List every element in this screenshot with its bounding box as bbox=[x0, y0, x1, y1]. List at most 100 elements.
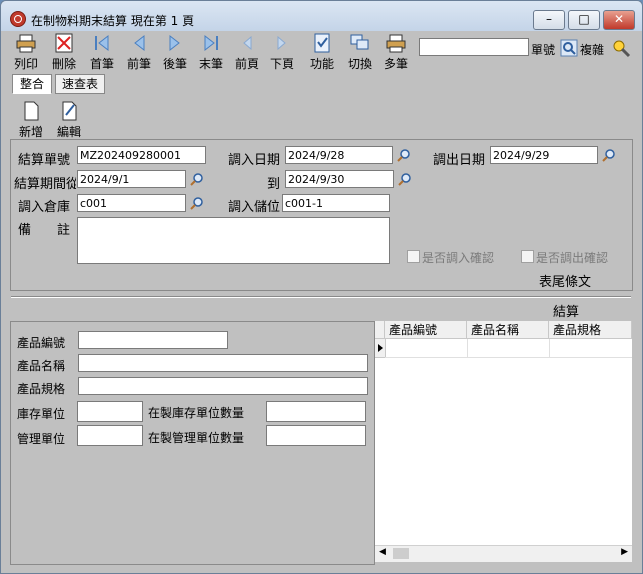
period-from-label: 結算期間從 bbox=[14, 177, 76, 192]
prev-label: 前筆 bbox=[126, 57, 151, 71]
current-row-arrow-icon bbox=[378, 344, 383, 352]
next-arrow-icon bbox=[169, 34, 180, 52]
in-date-lookup-icon[interactable] bbox=[397, 148, 411, 162]
delete-icon bbox=[55, 33, 73, 53]
printer-icon bbox=[16, 34, 36, 53]
grid-corner bbox=[375, 321, 385, 339]
next-page-label: 下頁 bbox=[269, 57, 294, 71]
next-page-icon bbox=[277, 35, 286, 51]
new-document-icon bbox=[24, 101, 39, 121]
product-no-label: 產品編號 bbox=[17, 336, 66, 350]
prev-page-label: 前頁 bbox=[234, 57, 259, 71]
prev-arrow-icon bbox=[134, 34, 145, 52]
function-label: 功能 bbox=[309, 57, 334, 71]
windows-icon bbox=[350, 34, 369, 50]
switch-button[interactable]: 切換 bbox=[343, 33, 377, 72]
first-record-button[interactable]: 首筆 bbox=[85, 33, 119, 72]
settle-button[interactable]: 結算 bbox=[553, 301, 579, 320]
print-label: 列印 bbox=[13, 57, 38, 71]
switch-label: 切換 bbox=[347, 57, 372, 71]
out-date-field[interactable] bbox=[490, 146, 598, 164]
window-title: 在制物料期末結算 現在第 1 頁 bbox=[31, 14, 195, 28]
product-spec-field[interactable] bbox=[78, 377, 368, 395]
product-spec-label: 產品規格 bbox=[17, 382, 66, 396]
multi-record-button[interactable]: 多筆 bbox=[379, 33, 413, 72]
in-location-field[interactable] bbox=[282, 194, 390, 212]
prev-page-button[interactable]: 前頁 bbox=[230, 33, 264, 72]
tab-integrate[interactable]: 整合 bbox=[12, 74, 52, 94]
title-bar: 在制物料期末結算 現在第 1 頁 – □ ✕ bbox=[1, 1, 642, 31]
mgmt-unit-label: 管理單位 bbox=[17, 432, 66, 446]
scroll-left-icon[interactable]: ◀ bbox=[379, 547, 386, 557]
stock-unit-field[interactable] bbox=[77, 401, 143, 422]
confirm-out-label: 是否調出確認 bbox=[536, 251, 609, 265]
app-icon bbox=[10, 11, 26, 27]
last-record-button[interactable]: 末筆 bbox=[194, 33, 228, 72]
period-to-label: 到 bbox=[267, 177, 281, 192]
table-row[interactable] bbox=[385, 339, 632, 358]
wip-stock-qty-label: 在製庫存單位數量 bbox=[148, 406, 245, 420]
product-name-field[interactable] bbox=[78, 354, 368, 372]
wip-mgmt-qty-label: 在製管理單位數量 bbox=[148, 431, 245, 445]
delete-button[interactable]: 刪除 bbox=[47, 33, 81, 72]
close-button[interactable]: ✕ bbox=[603, 10, 635, 30]
scroll-right-icon[interactable]: ▶ bbox=[621, 547, 628, 557]
stock-unit-label: 庫存單位 bbox=[17, 407, 66, 421]
product-no-field[interactable] bbox=[78, 331, 228, 349]
confirm-in-checkbox[interactable] bbox=[407, 250, 420, 263]
next-label: 後筆 bbox=[162, 57, 187, 71]
period-from-lookup-icon[interactable] bbox=[190, 172, 204, 186]
in-warehouse-label: 調入倉庫 bbox=[18, 200, 71, 215]
period-to-field[interactable] bbox=[285, 170, 394, 188]
last-arrow-icon bbox=[204, 34, 218, 52]
remark-textarea[interactable] bbox=[77, 217, 390, 264]
horizontal-scrollbar[interactable]: ◀ ▶ bbox=[375, 545, 632, 562]
product-name-label: 產品名稱 bbox=[17, 359, 66, 373]
in-date-label: 調入日期 bbox=[228, 153, 281, 168]
new-button[interactable]: 新增 bbox=[14, 101, 48, 140]
edit-document-icon bbox=[62, 101, 77, 121]
minimize-button[interactable]: – bbox=[533, 10, 565, 30]
in-warehouse-lookup-icon[interactable] bbox=[190, 196, 204, 210]
wip-mgmt-qty-field[interactable] bbox=[266, 425, 366, 446]
scrollbar-thumb[interactable] bbox=[393, 548, 409, 559]
next-record-button[interactable]: 後筆 bbox=[158, 33, 192, 72]
settle-no-label: 結算單號 bbox=[18, 153, 71, 168]
grid-header-product-spec[interactable]: 產品規格 bbox=[549, 321, 632, 339]
in-date-field[interactable] bbox=[285, 146, 393, 164]
last-label: 末筆 bbox=[198, 57, 223, 71]
period-from-field[interactable] bbox=[77, 170, 186, 188]
doc-search-input[interactable] bbox=[419, 38, 529, 56]
settle-no-field[interactable] bbox=[77, 146, 206, 164]
period-to-lookup-icon[interactable] bbox=[398, 172, 412, 186]
grid-header-product-no[interactable]: 產品編號 bbox=[385, 321, 467, 339]
prev-page-icon bbox=[243, 35, 252, 51]
separator bbox=[11, 296, 631, 298]
in-location-label: 調入儲位 bbox=[228, 200, 281, 215]
out-date-label: 調出日期 bbox=[433, 153, 486, 168]
checklist-icon bbox=[314, 33, 330, 53]
maximize-button[interactable]: □ bbox=[568, 10, 600, 30]
detail-grid[interactable]: 產品編號 產品名稱 產品規格 ◀ ▶ bbox=[374, 321, 632, 562]
in-warehouse-field[interactable] bbox=[77, 194, 186, 212]
tools-icon[interactable] bbox=[610, 37, 632, 59]
mgmt-unit-field[interactable] bbox=[77, 425, 143, 446]
search-icon[interactable] bbox=[560, 39, 578, 57]
print-button[interactable]: 列印 bbox=[9, 33, 43, 72]
grid-header-product-name[interactable]: 產品名稱 bbox=[467, 321, 549, 339]
next-page-button[interactable]: 下頁 bbox=[265, 33, 299, 72]
edit-label: 編輯 bbox=[56, 125, 81, 139]
wip-stock-qty-field[interactable] bbox=[266, 401, 366, 422]
printer-stack-icon bbox=[386, 34, 406, 53]
grid-col-divider bbox=[549, 339, 550, 357]
new-label: 新增 bbox=[18, 125, 43, 139]
copy-label: 複雜 bbox=[580, 43, 605, 57]
out-date-lookup-icon[interactable] bbox=[602, 148, 616, 162]
function-button[interactable]: 功能 bbox=[305, 33, 339, 72]
footer-barcode-button[interactable]: 表尾條文 bbox=[539, 271, 591, 290]
edit-button[interactable]: 編輯 bbox=[52, 101, 86, 140]
confirm-out-checkbox[interactable] bbox=[521, 250, 534, 263]
tab-quick-lookup[interactable]: 速查表 bbox=[55, 74, 105, 94]
confirm-in-label: 是否調入確認 bbox=[422, 251, 495, 265]
prev-record-button[interactable]: 前筆 bbox=[122, 33, 156, 72]
